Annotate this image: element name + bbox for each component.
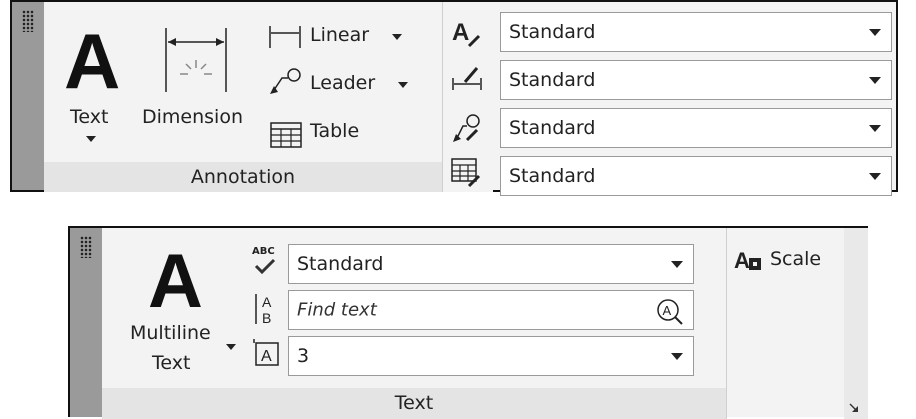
chevron-down-icon xyxy=(226,344,236,350)
dimension-button-label: Dimension xyxy=(142,106,243,128)
leader-button-label: Leader xyxy=(310,72,376,94)
find-text-icon: A B xyxy=(255,294,272,326)
svg-text:A: A xyxy=(734,248,750,273)
text-button[interactable]: A Text xyxy=(56,2,138,162)
table-button[interactable]: Table xyxy=(264,114,404,148)
spell-icon-text: ABC xyxy=(252,246,275,257)
multiline-text-button[interactable]: A Multiline Text xyxy=(102,228,242,388)
table-button-label: Table xyxy=(310,120,360,142)
text-a-icon: A xyxy=(64,17,121,105)
annotation-panel: A Text Dimension Linear Leader Table Ann… xyxy=(10,0,898,196)
multileader-style-value: Standard xyxy=(509,117,596,139)
chevron-down-icon xyxy=(392,34,402,40)
chevron-down-icon xyxy=(86,136,96,142)
text-footer-label: Text xyxy=(394,392,434,414)
text-height-value: 3 xyxy=(297,345,310,367)
linear-dimension-icon xyxy=(269,26,301,48)
annotation-footer-label: Annotation xyxy=(190,166,296,188)
dropdown-arrow-icon xyxy=(869,29,881,36)
text-style-icon[interactable]: A xyxy=(451,18,483,48)
leader-button[interactable]: Leader xyxy=(264,64,424,98)
dropdown-arrow-icon xyxy=(869,173,881,180)
check-spelling-icon[interactable]: ABC xyxy=(250,246,280,278)
divider xyxy=(726,228,727,419)
svg-text:A: A xyxy=(262,294,272,310)
text-height-icon: A xyxy=(253,339,279,366)
chevron-down-icon xyxy=(398,82,408,88)
scale-button-label: Scale xyxy=(770,248,822,270)
panel-grip[interactable] xyxy=(70,228,102,417)
scale-icon: A xyxy=(734,248,761,273)
table-style-combo[interactable]: Standard xyxy=(500,156,892,196)
dropdown-arrow-icon xyxy=(869,125,881,132)
text-footer[interactable]: Text xyxy=(102,388,726,419)
text-height-combo[interactable]: 3 xyxy=(288,336,694,376)
dialog-launcher-icon[interactable] xyxy=(848,402,860,414)
multileader-style-icon[interactable] xyxy=(451,112,483,144)
multiline-text-a-icon: A xyxy=(148,239,203,324)
style-icons-column: A xyxy=(443,2,493,192)
text-style-value: Standard xyxy=(509,21,596,43)
dimension-icon xyxy=(165,28,227,92)
table-icon xyxy=(270,122,302,148)
svg-text:B: B xyxy=(262,310,271,326)
text-style-combo[interactable]: Standard xyxy=(288,244,694,284)
multileader-style-combo[interactable]: Standard xyxy=(500,108,892,148)
dimension-style-icon[interactable] xyxy=(451,64,483,94)
panel-grip[interactable] xyxy=(12,2,44,190)
scale-button[interactable]: A Scale xyxy=(730,242,842,278)
dropdown-arrow-icon xyxy=(671,353,683,360)
dropdown-arrow-icon xyxy=(671,261,683,268)
dropdown-arrow-icon xyxy=(869,77,881,84)
svg-text:A: A xyxy=(261,348,272,365)
linear-button-label: Linear xyxy=(310,24,370,46)
linear-button[interactable]: Linear xyxy=(264,20,424,54)
text-style-combo[interactable]: Standard xyxy=(500,12,892,52)
text-panel: A Multiline Text ABC A B A Standard Find… xyxy=(68,226,868,419)
annotation-footer[interactable]: Annotation xyxy=(44,162,442,192)
find-search-icon[interactable]: A xyxy=(655,298,685,326)
dimension-button[interactable]: Dimension xyxy=(138,2,258,162)
find-text-input[interactable]: Find text A xyxy=(288,290,694,330)
find-text-placeholder: Find text xyxy=(297,299,377,321)
table-style-value: Standard xyxy=(509,165,596,187)
panel-right-column xyxy=(844,228,868,419)
svg-text:A: A xyxy=(663,303,672,318)
text-style-value: Standard xyxy=(297,253,384,275)
text-button-label: Text xyxy=(70,106,109,128)
svg-text:A: A xyxy=(452,19,469,46)
table-style-icon[interactable] xyxy=(451,158,483,188)
dimension-style-value: Standard xyxy=(509,69,596,91)
dimension-style-combo[interactable]: Standard xyxy=(500,60,892,100)
leader-icon xyxy=(270,68,301,94)
multiline-text-label-line2: Text xyxy=(152,352,191,374)
multiline-text-label-line1: Multiline xyxy=(130,322,211,344)
